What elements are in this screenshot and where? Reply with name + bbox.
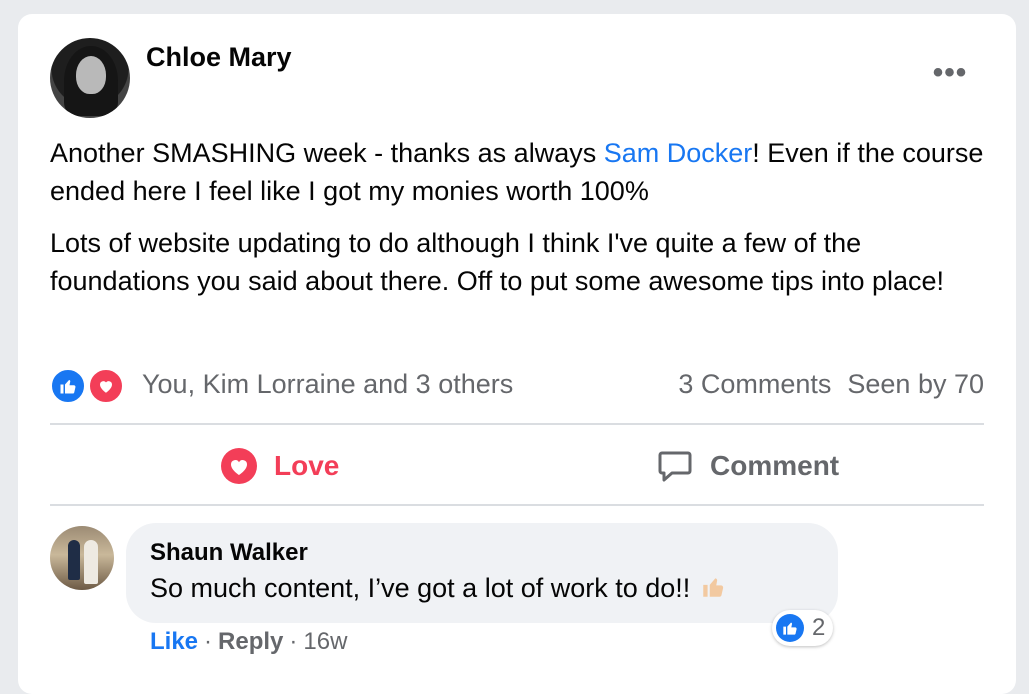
thumbs-up-emoji-icon [700, 574, 726, 600]
like-icon [50, 368, 86, 404]
love-button[interactable]: Love [220, 446, 339, 486]
comment-text: So much content, I’ve got a lot of work … [150, 573, 726, 604]
post-body: Another SMASHING week - thanks as always… [50, 134, 1000, 314]
post-stats: 3 Comments Seen by 70 [678, 366, 984, 402]
comments-count[interactable]: 3 Comments [678, 369, 831, 399]
comment-reply-link[interactable]: Reply [218, 628, 283, 655]
love-icon [88, 368, 124, 404]
like-icon [776, 614, 804, 642]
commenter-avatar[interactable] [50, 526, 114, 590]
divider [50, 423, 984, 425]
author-avatar[interactable] [50, 38, 130, 118]
reactors-summary[interactable]: You, Kim Lorraine and 3 others [142, 366, 513, 402]
more-options-icon[interactable]: ••• [930, 58, 970, 88]
post-paragraph-2: Lots of website updating to do although … [50, 228, 945, 296]
post-author-name[interactable]: Chloe Mary [146, 42, 292, 73]
reaction-icons[interactable] [50, 366, 130, 404]
comment-actions: Like · Reply · 16w [150, 628, 348, 655]
love-button-label: Love [274, 450, 340, 481]
post-paragraph-1: Another SMASHING week - thanks as always… [50, 138, 984, 206]
divider [50, 504, 984, 506]
comment-like-link[interactable]: Like [150, 628, 198, 655]
comment-bubble: Shaun Walker So much content, I’ve got a… [126, 523, 838, 623]
comment-button-label: Comment [710, 450, 840, 481]
love-heart-icon [220, 447, 258, 485]
comment-timestamp[interactable]: 16w [303, 628, 347, 655]
speech-bubble-icon [656, 447, 694, 485]
comment-reaction-count[interactable]: 2 [772, 610, 834, 646]
mention-link[interactable]: Sam Docker [604, 138, 753, 168]
comment-button[interactable]: Comment [656, 446, 839, 486]
reactions-bar: You, Kim Lorraine and 3 others 3 Comment… [50, 366, 984, 404]
post-card: Chloe Mary ••• Another SMASHING week - t… [18, 14, 1016, 694]
seen-by-count[interactable]: Seen by 70 [847, 369, 984, 399]
commenter-name[interactable]: Shaun Walker [150, 539, 308, 567]
